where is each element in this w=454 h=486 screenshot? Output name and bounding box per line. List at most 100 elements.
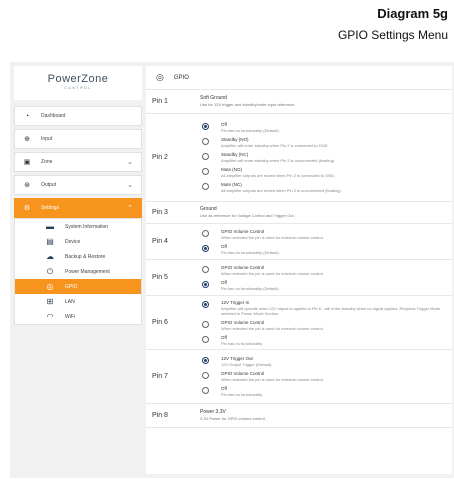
pin-row: Pin 8 Power 3.3V 3.3V Power for GPIO volum… xyxy=(146,404,452,428)
gpio-icon: ◎ xyxy=(156,72,164,82)
radio-option[interactable]: 12V Trigger Out 12V Output Trigger (Defau… xyxy=(200,356,448,367)
input-icon: ⊕ xyxy=(24,136,30,143)
radio-option[interactable]: Standby (NC) Amplifier will enter standby… xyxy=(200,152,448,163)
pin-function-title: Power 3.3V xyxy=(200,409,226,415)
radio-unselected[interactable] xyxy=(202,320,209,328)
power-icon: ⏻ xyxy=(46,266,54,276)
radio-unselected[interactable] xyxy=(202,335,209,343)
submenu-item-device[interactable]: ▤ Device xyxy=(15,234,141,249)
option-description: Pin has no functionality (Default). xyxy=(221,285,280,291)
radio-option[interactable]: Off Pin has no functionality (Default). xyxy=(200,122,448,133)
radio-unselected[interactable] xyxy=(202,168,209,175)
radio-option-text: GPIO Volume Control When selected the pin… xyxy=(221,320,324,331)
radio-option[interactable]: Off Pin has no functionality. xyxy=(200,386,448,397)
radio-unselected[interactable] xyxy=(202,138,209,145)
settings-icon: ⚙ xyxy=(23,205,31,212)
option-description: Pin has no functionality (Default). xyxy=(221,249,280,255)
pin-settings: GPIO Volume Control When selected the pin… xyxy=(200,224,452,259)
device-icon: ▤ xyxy=(46,237,54,246)
radio-option-text: GPIO Volume Control When selected the pin… xyxy=(221,229,324,240)
submenu-item-label: GPIO xyxy=(65,283,78,290)
pin-settings: Soft Ground Use for 12V trigger and stand… xyxy=(200,90,452,113)
radio-unselected[interactable] xyxy=(202,265,209,273)
logo-subtext: CONTROL xyxy=(64,86,92,90)
output-icon: ⊛ xyxy=(24,182,30,189)
pin-settings: 12V Trigger Out 12V Output Trigger (Defau… xyxy=(200,350,452,403)
diagram-caption: Diagram 5g GPIO Settings Menu xyxy=(338,6,448,44)
sidebar-item-output[interactable]: ⊛ Output ⌄ xyxy=(14,175,142,195)
system-info-icon: ▬ xyxy=(46,222,54,231)
submenu-item-power-management[interactable]: ⏻ Power Management xyxy=(15,264,141,279)
submenu-item-label: WiFi xyxy=(65,313,75,320)
radio-unselected[interactable] xyxy=(202,183,209,190)
radio-selected[interactable] xyxy=(202,280,209,288)
option-description: 12V Output Trigger (Default). xyxy=(221,362,273,367)
pin-row: Pin 2 Off Pin has no functionality (Defaul… xyxy=(146,114,452,202)
gpio-panel: ◎ GPIO Pin 1 Soft Ground Use for 12V trigg… xyxy=(146,66,452,474)
pin-label: Pin 5 xyxy=(152,274,168,281)
radio-option[interactable]: Standby (NO) Amplifier will enter standby… xyxy=(200,137,448,148)
sidebar: PowerZone CONTROL ◔ Dashboard ⊕ Input ▣ … xyxy=(14,66,142,474)
submenu-item-label: System Information xyxy=(65,223,109,230)
radio-option-text: Off Pin has no functionality. xyxy=(221,335,263,346)
pin-function-title: Soft Ground xyxy=(200,95,227,101)
radio-selected[interactable] xyxy=(202,244,209,252)
option-description: When selected the pin is used for extern… xyxy=(221,234,324,240)
radio-option-text: GPIO Volume Control When selected the pin… xyxy=(221,371,324,382)
app-window: PowerZone CONTROL ◔ Dashboard ⊕ Input ▣ … xyxy=(10,62,454,478)
submenu-item-backup-restore[interactable]: ☁ Backup & Restore xyxy=(15,249,141,264)
option-description: Amplifier will enter standby when Pin 2 … xyxy=(221,143,329,148)
brand-logo[interactable]: PowerZone CONTROL xyxy=(14,66,142,100)
submenu-item-wifi[interactable]: ◠ WiFi xyxy=(15,309,141,324)
radio-option[interactable]: GPIO Volume Control When selected the pin… xyxy=(200,320,448,331)
submenu-item-system-information[interactable]: ▬ System Information xyxy=(15,219,141,234)
sidebar-item-zone[interactable]: ▣ Zone ⌄ xyxy=(14,152,142,172)
sidebar-item-dashboard[interactable]: ◔ Dashboard xyxy=(14,106,142,126)
submenu-item-lan[interactable]: ⊞ LAN xyxy=(15,294,141,309)
radio-selected[interactable] xyxy=(202,123,209,130)
radio-option[interactable]: GPIO Volume Control When selected the pin… xyxy=(200,371,448,382)
radio-selected[interactable] xyxy=(202,300,209,308)
radio-selected[interactable] xyxy=(202,357,209,364)
pin-label: Pin 8 xyxy=(152,412,168,419)
pin-row: Pin 3 Ground Use as reference for Voltage … xyxy=(146,202,452,224)
option-description: When selected the pin is used for extern… xyxy=(221,270,324,276)
submenu-item-gpio[interactable]: ◎ GPIO xyxy=(15,279,141,294)
pin-row: Pin 4 GPIO Volume Control When selected th… xyxy=(146,224,452,260)
radio-option[interactable]: Mute (NC) All amplifier outputs are muted… xyxy=(200,182,448,193)
gpio-icon: ◎ xyxy=(46,282,54,291)
pin-label: Pin 1 xyxy=(152,98,168,105)
radio-option[interactable]: Mute (NO) All amplifier outputs are muted… xyxy=(200,167,448,178)
radio-option[interactable]: Off Pin has no functionality. xyxy=(200,335,448,346)
radio-unselected[interactable] xyxy=(202,153,209,160)
radio-unselected[interactable] xyxy=(202,387,209,394)
radio-option[interactable]: GPIO Volume Control When selected the pin… xyxy=(200,265,448,276)
pin-function-description: Use for 12V trigger and standby/mute inp… xyxy=(200,102,296,107)
option-description: When selected the pin is used for extern… xyxy=(221,325,324,331)
cloud-upload-icon: ☁ xyxy=(46,252,54,261)
pin-settings: Power 3.3V 3.3V Power for GPIO volume con… xyxy=(200,404,452,427)
radio-option[interactable]: GPIO Volume Control When selected the pin… xyxy=(200,229,448,240)
logo-text: PowerZone xyxy=(47,73,109,85)
option-description: Pin has no functionality. xyxy=(221,392,263,397)
pin-label: Pin 4 xyxy=(152,238,168,245)
radio-option[interactable]: Off Pin has no functionality (Default). xyxy=(200,244,448,255)
radio-option-text: Standby (NC) Amplifier will enter standby… xyxy=(221,152,335,163)
sidebar-item-input[interactable]: ⊕ Input xyxy=(14,129,142,149)
radio-option-text: GPIO Volume Control When selected the pin… xyxy=(221,265,324,276)
radio-option-text: Standby (NO) Amplifier will enter standby… xyxy=(221,137,329,148)
pin-function-description: 3.3V Power for GPIO volume control. xyxy=(200,416,266,421)
radio-unselected[interactable] xyxy=(202,372,209,379)
option-description: Pin has no functionality (Default). xyxy=(221,128,280,133)
sidebar-nav: ◔ Dashboard ⊕ Input ▣ Zone ⌄ ⊛ Output ⌄ … xyxy=(14,106,142,325)
radio-unselected[interactable] xyxy=(202,229,209,237)
sidebar-item-label: Settings xyxy=(41,205,60,211)
pin-function-description: Use as reference for Voltage Control and… xyxy=(200,213,295,218)
submenu-item-label: LAN xyxy=(65,298,75,305)
chevron-down-icon: ⌄ xyxy=(127,182,133,189)
radio-option[interactable]: Off Pin has no functionality (Default). xyxy=(200,280,448,291)
radio-option-text: Off Pin has no functionality (Default). xyxy=(221,122,280,133)
radio-option[interactable]: 12V Trigger In Amplifier will operate whe… xyxy=(200,300,448,316)
sidebar-item-settings[interactable]: ⚙ Settings ⌃ xyxy=(14,198,142,218)
radio-option-text: Off Pin has no functionality (Default). xyxy=(221,280,280,291)
